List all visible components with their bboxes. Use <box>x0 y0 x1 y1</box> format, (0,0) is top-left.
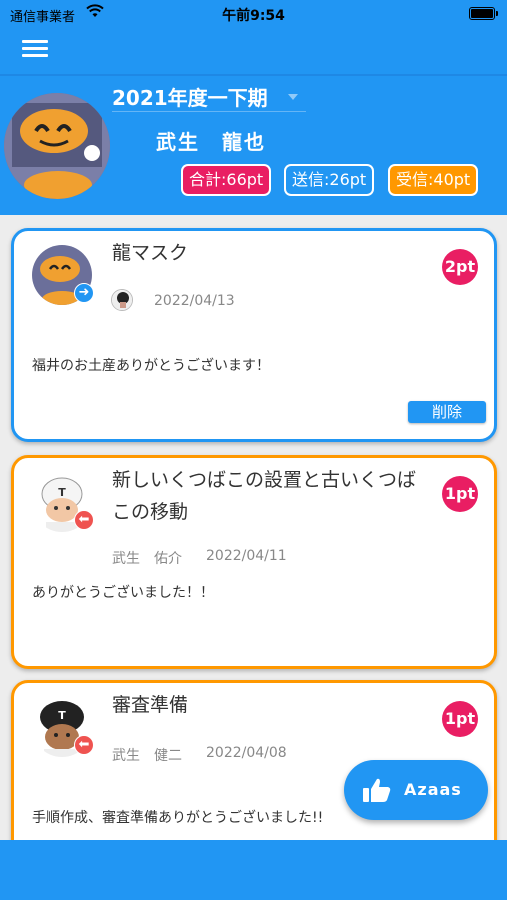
bottom-bar <box>0 840 507 900</box>
app-header: 通信事業者 午前9:54 2021年度一下期 武生 龍也 合計:66pt 送信:… <box>0 0 507 215</box>
card-sender: 武生 健二 <box>112 748 182 764</box>
status-bar: 通信事業者 午前9:54 <box>0 0 507 28</box>
card-date: 2022/04/08 <box>206 745 287 761</box>
arrow-left-icon: ⬅ <box>74 510 94 530</box>
header-divider <box>0 74 507 76</box>
user-avatar <box>4 93 110 199</box>
card-sender: 武生 佑介 <box>112 551 182 567</box>
battery-icon <box>469 7 498 20</box>
sender-avatar <box>111 289 133 311</box>
thumbs-up-icon <box>362 777 392 807</box>
azaas-button[interactable]: Azaas <box>344 760 488 820</box>
card-date: 2022/04/13 <box>154 293 235 309</box>
sent-points-badge: 送信:26pt <box>284 164 375 196</box>
delete-button[interactable]: 削除 <box>408 401 486 423</box>
card-message: 手順作成、審査準備ありがとうございました!! <box>32 810 324 826</box>
total-points-badge: 合計:66pt <box>181 164 272 196</box>
svg-text:T: T <box>58 709 66 722</box>
points-badge: 2pt <box>442 249 478 285</box>
points-badge: 1pt <box>442 476 478 512</box>
list-item[interactable]: ➜ 龍マスク 2pt 2022/04/13 福井のお土産ありがとうございます！ … <box>11 228 497 442</box>
card-title: 新しいくつばこの設置と古いくつばこの移動 <box>112 469 417 523</box>
card-date: 2022/04/11 <box>206 548 287 564</box>
hamburger-menu-icon[interactable] <box>22 40 48 60</box>
clock: 午前9:54 <box>222 8 285 24</box>
points-badge: 1pt <box>442 701 478 737</box>
card-message: ありがとうございました！！ <box>32 585 214 601</box>
card-title: 龍マスク <box>112 242 189 264</box>
svg-text:T: T <box>58 486 66 499</box>
period-select[interactable]: 2021年度一下期 <box>112 82 306 112</box>
arrow-left-icon: ⬅ <box>74 735 94 755</box>
list-item[interactable]: T ⬅ 新しいくつばこの設置と古いくつばこの移動 1pt 武生 佑介 2022/… <box>11 455 497 669</box>
card-message: 福井のお土産ありがとうございます！ <box>32 358 270 374</box>
received-points-badge: 受信:40pt <box>388 164 479 196</box>
arrow-right-icon: ➜ <box>74 283 94 303</box>
azaas-label: Azaas <box>404 780 462 799</box>
chevron-down-icon <box>288 94 298 100</box>
period-label: 2021年度一下期 <box>112 86 268 110</box>
user-name: 武生 龍也 <box>156 130 266 154</box>
card-title: 審査準備 <box>112 694 189 716</box>
